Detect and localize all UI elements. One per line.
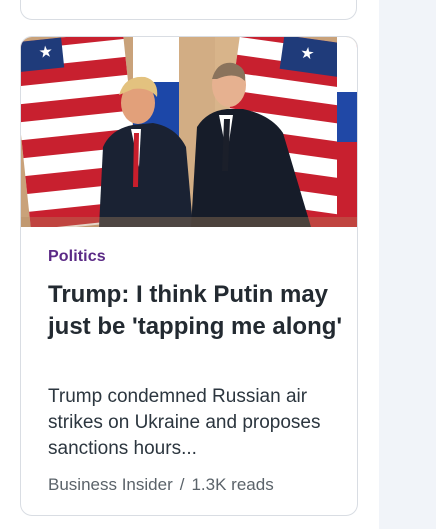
article-card[interactable]: ★ ★ Politics Trump: I think Putin may ju…	[20, 36, 358, 516]
svg-text:★: ★	[38, 42, 54, 62]
article-source[interactable]: Business Insider	[48, 475, 173, 494]
article-summary: Trump condemned Russian air strikes on U…	[48, 386, 321, 459]
svg-text:★: ★	[299, 43, 316, 64]
article-reads: 1.3K reads	[191, 475, 274, 494]
article-headline[interactable]: Trump: I think Putin may just be 'tappin…	[48, 279, 348, 343]
article-category[interactable]: Politics	[48, 248, 106, 266]
article-thumbnail[interactable]: ★ ★	[21, 37, 357, 227]
right-rail	[379, 0, 436, 529]
previous-article-card[interactable]	[20, 0, 357, 20]
meta-separator: /	[179, 475, 185, 494]
article-meta: Business Insider / 1.3K reads	[48, 475, 274, 495]
